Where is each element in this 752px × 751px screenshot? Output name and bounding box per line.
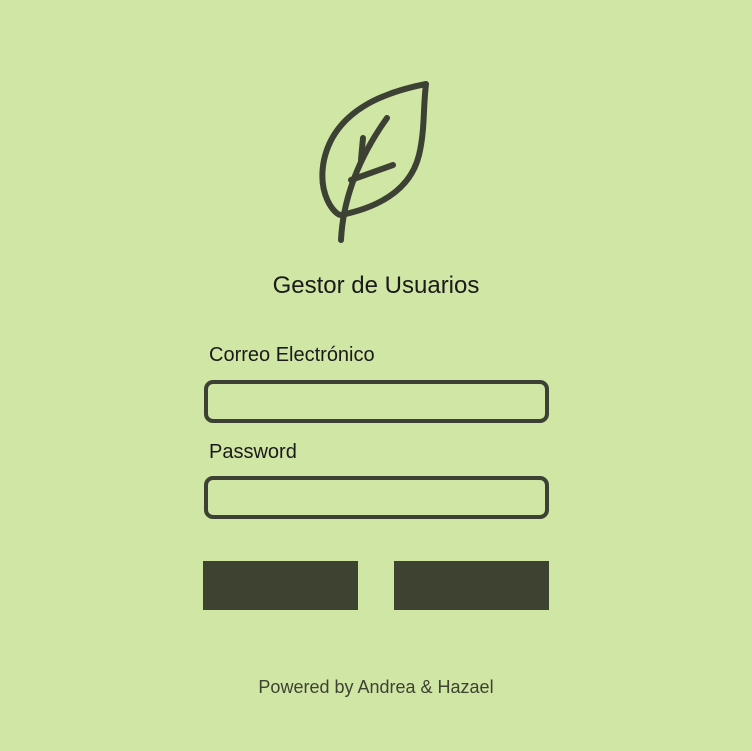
- email-label: Correo Electrónico: [209, 344, 375, 366]
- password-field[interactable]: [204, 476, 549, 519]
- footer-credits: Powered by Andrea & Hazael: [258, 677, 494, 697]
- page-title: Gestor de Usuarios: [272, 272, 480, 299]
- register-button[interactable]: [394, 561, 549, 610]
- leaf-icon: [315, 80, 433, 246]
- login-button[interactable]: [203, 561, 358, 610]
- password-label: Password: [209, 441, 297, 463]
- login-screen: Gestor de Usuarios Correo Electrónico Pa…: [0, 0, 752, 751]
- email-field[interactable]: [204, 380, 549, 423]
